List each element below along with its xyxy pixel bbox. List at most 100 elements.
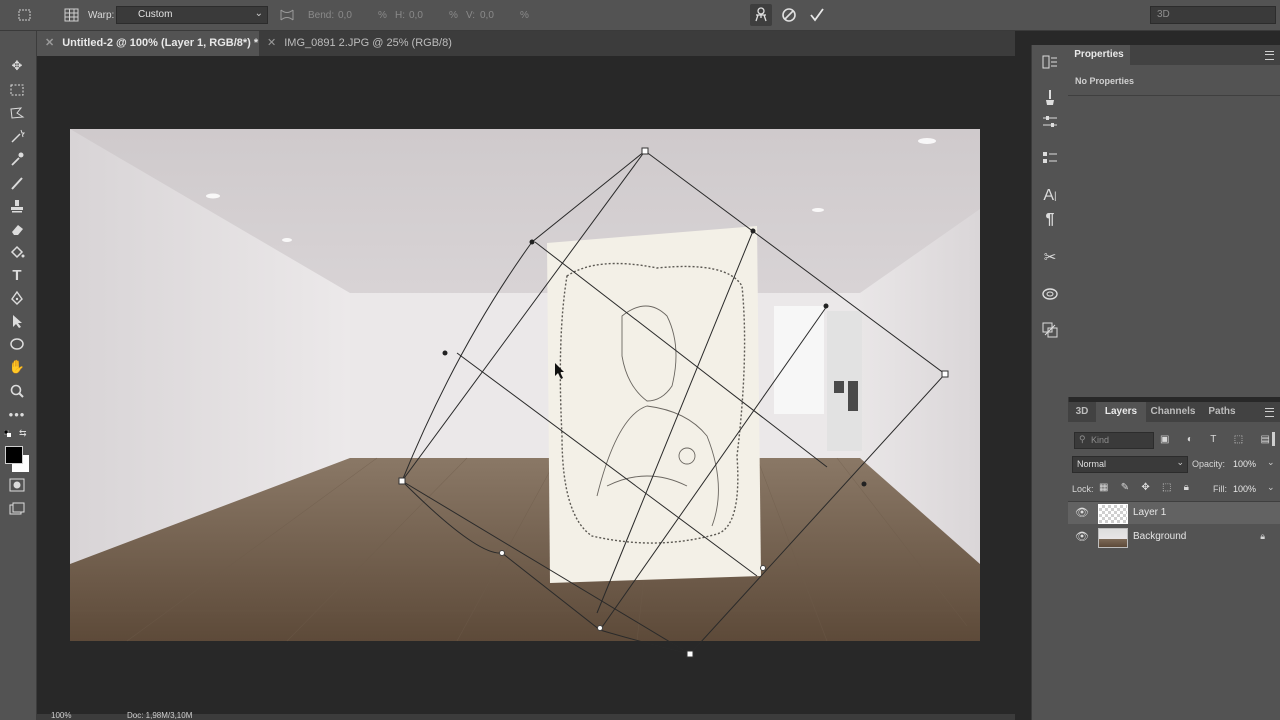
clone-source-icon[interactable] xyxy=(1039,147,1061,169)
lock-image-icon[interactable]: ✎ xyxy=(1121,482,1129,494)
adjustment-filter-icon[interactable]: ◐ xyxy=(1187,434,1193,446)
panel-menu-icon[interactable] xyxy=(1265,408,1274,417)
marquee-tool-icon[interactable] xyxy=(6,79,28,101)
path-selection-tool-icon[interactable] xyxy=(6,310,28,332)
v-value[interactable]: 0,0 xyxy=(480,10,494,21)
workspace-select[interactable]: 3D xyxy=(1150,6,1276,24)
doc-info[interactable]: Doc: 1,98M/3,10M xyxy=(127,712,192,720)
tab-3d[interactable]: 3D xyxy=(1068,402,1096,422)
room-photo xyxy=(70,129,980,642)
brush-tool-icon[interactable] xyxy=(6,172,28,194)
more-tools-icon[interactable]: ••• xyxy=(6,403,28,425)
layer-name: Layer 1 xyxy=(1133,507,1167,518)
eraser-tool-icon[interactable] xyxy=(6,218,28,240)
blend-mode-select[interactable]: Normal ⌄ xyxy=(1072,456,1188,473)
type-tool-icon[interactable]: T xyxy=(6,264,28,286)
commit-transform-icon[interactable] xyxy=(808,6,826,24)
pen-tool-icon[interactable] xyxy=(6,287,28,309)
brush-settings-icon[interactable] xyxy=(1039,87,1061,109)
layer-row-layer-1[interactable]: 👁︎ Layer 1 xyxy=(1068,502,1280,524)
h-unit: % xyxy=(449,10,458,21)
kind-placeholder: Kind xyxy=(1091,435,1110,445)
character-icon[interactable]: A | xyxy=(1039,185,1061,207)
layer-name: Background xyxy=(1133,531,1187,542)
swap-colors-icon[interactable]: ⇆ xyxy=(19,428,27,439)
chevron-down-icon: ⌄ xyxy=(1176,457,1184,467)
smart-object-filter-icon[interactable]: ▤ xyxy=(1261,434,1270,446)
fill-value[interactable]: 100% xyxy=(1233,484,1256,494)
close-icon[interactable]: ✕ xyxy=(267,37,276,49)
zoom-tool-icon[interactable] xyxy=(6,380,28,402)
canvas-area[interactable] xyxy=(37,56,1015,714)
layer-row-background[interactable]: 👁︎ Background 🔒︎ xyxy=(1068,526,1280,548)
magic-wand-tool-icon[interactable] xyxy=(6,125,28,147)
h-value[interactable]: 0,0 xyxy=(409,10,423,21)
puppet-warp-icon[interactable] xyxy=(750,4,772,26)
lock-position-icon[interactable]: ✥ xyxy=(1141,482,1149,494)
bend-value[interactable]: 0,0 xyxy=(338,10,352,21)
lock-all-icon[interactable]: 🔒︎ xyxy=(1184,482,1189,494)
panel-dock: A | ¶ ✂ xyxy=(1031,45,1069,720)
shape-filter-icon[interactable]: ⬚ xyxy=(1234,434,1243,446)
tab-paths[interactable]: Paths xyxy=(1200,402,1244,422)
screen-mode-icon[interactable] xyxy=(6,498,28,520)
zoom-level[interactable]: 100% xyxy=(51,712,71,720)
move-tool-icon[interactable]: ✥ xyxy=(6,55,28,77)
foreground-color-swatch[interactable] xyxy=(5,446,23,464)
tab-img-0891[interactable]: ✕IMG_0891 2.JPG @ 25% (RGB/8) * xyxy=(259,31,459,74)
lasso-tool-icon[interactable] xyxy=(6,102,28,124)
default-colors-icon[interactable] xyxy=(3,429,12,437)
opacity-value[interactable]: 100% xyxy=(1233,459,1256,469)
eye-icon[interactable]: 👁︎ xyxy=(1075,506,1089,519)
warp-tool-icon[interactable] xyxy=(16,7,34,23)
chevron-down-icon[interactable]: ⌄ xyxy=(1267,457,1275,468)
document-tab-bar: ✕ Untitled-2 @ 100% (Layer 1, RGB/8*) * ✕… xyxy=(37,31,1015,74)
eye-icon[interactable]: 👁︎ xyxy=(1075,530,1089,543)
warp-style-select[interactable]: Custom ⌄ xyxy=(116,6,268,24)
filter-toggle[interactable] xyxy=(1272,432,1275,446)
layer-thumbnail xyxy=(1098,528,1128,548)
adjustments-icon[interactable] xyxy=(1039,111,1061,133)
layer-1-sketch[interactable] xyxy=(547,226,761,583)
layer-kind-filter[interactable]: ⚲ Kind xyxy=(1074,432,1154,449)
grid-options-icon[interactable] xyxy=(63,7,81,23)
opacity-label: Opacity: xyxy=(1192,459,1226,469)
history-icon[interactable] xyxy=(1039,51,1061,73)
hand-tool-icon[interactable]: ✋ xyxy=(6,356,28,378)
warp-label: Warp: xyxy=(88,10,115,21)
layers-panel-header: 3D Layers Channels Paths xyxy=(1068,402,1280,422)
warp-style-value: Custom xyxy=(138,9,173,20)
tool-presets-icon[interactable]: ✂ xyxy=(1039,246,1061,268)
lock-artboard-icon[interactable]: ⬚ xyxy=(1162,482,1171,494)
warp-orientation-icon[interactable] xyxy=(278,7,296,23)
v-label: V: xyxy=(466,10,476,21)
panel-menu-icon[interactable] xyxy=(1265,51,1274,60)
eyedropper-tool-icon[interactable] xyxy=(6,148,28,170)
tab-label: Untitled-2 @ 100% (Layer 1, RGB/8*) * xyxy=(62,37,259,49)
pixel-filter-icon[interactable]: ▣ xyxy=(1160,434,1169,446)
tab-untitled-2[interactable]: ✕ Untitled-2 @ 100% (Layer 1, RGB/8*) * xyxy=(37,31,259,56)
properties-panel-header: Properties xyxy=(1068,45,1280,65)
tab-channels[interactable]: Channels xyxy=(1146,402,1200,422)
status-bar: 100% Doc: 1,98M/3,10M xyxy=(37,712,1015,720)
blend-mode-value: Normal xyxy=(1077,459,1107,469)
layer-comps-icon[interactable] xyxy=(1039,319,1061,341)
paragraph-icon[interactable]: ¶ xyxy=(1039,209,1061,231)
ellipse-tool-icon[interactable] xyxy=(6,333,28,355)
bend-label: Bend: xyxy=(308,10,335,21)
quick-mask-icon[interactable] xyxy=(6,474,28,496)
tab-layers[interactable]: Layers xyxy=(1096,402,1146,422)
layer-thumbnail xyxy=(1098,504,1128,524)
libraries-icon[interactable] xyxy=(1039,283,1061,305)
search-icon: ⚲ xyxy=(1079,434,1086,444)
tab-properties[interactable]: Properties xyxy=(1068,45,1130,65)
close-icon[interactable]: ✕ xyxy=(45,37,54,49)
stamp-tool-icon[interactable] xyxy=(6,195,28,217)
paint-bucket-tool-icon[interactable] xyxy=(6,241,28,263)
document-canvas[interactable] xyxy=(37,56,1015,714)
cancel-transform-icon[interactable] xyxy=(780,6,798,24)
type-filter-icon[interactable]: T xyxy=(1210,434,1216,446)
lock-transparency-icon[interactable]: ▦ xyxy=(1099,482,1108,494)
lock-label: Lock: xyxy=(1072,484,1094,494)
chevron-down-icon[interactable]: ⌄ xyxy=(1267,482,1275,493)
